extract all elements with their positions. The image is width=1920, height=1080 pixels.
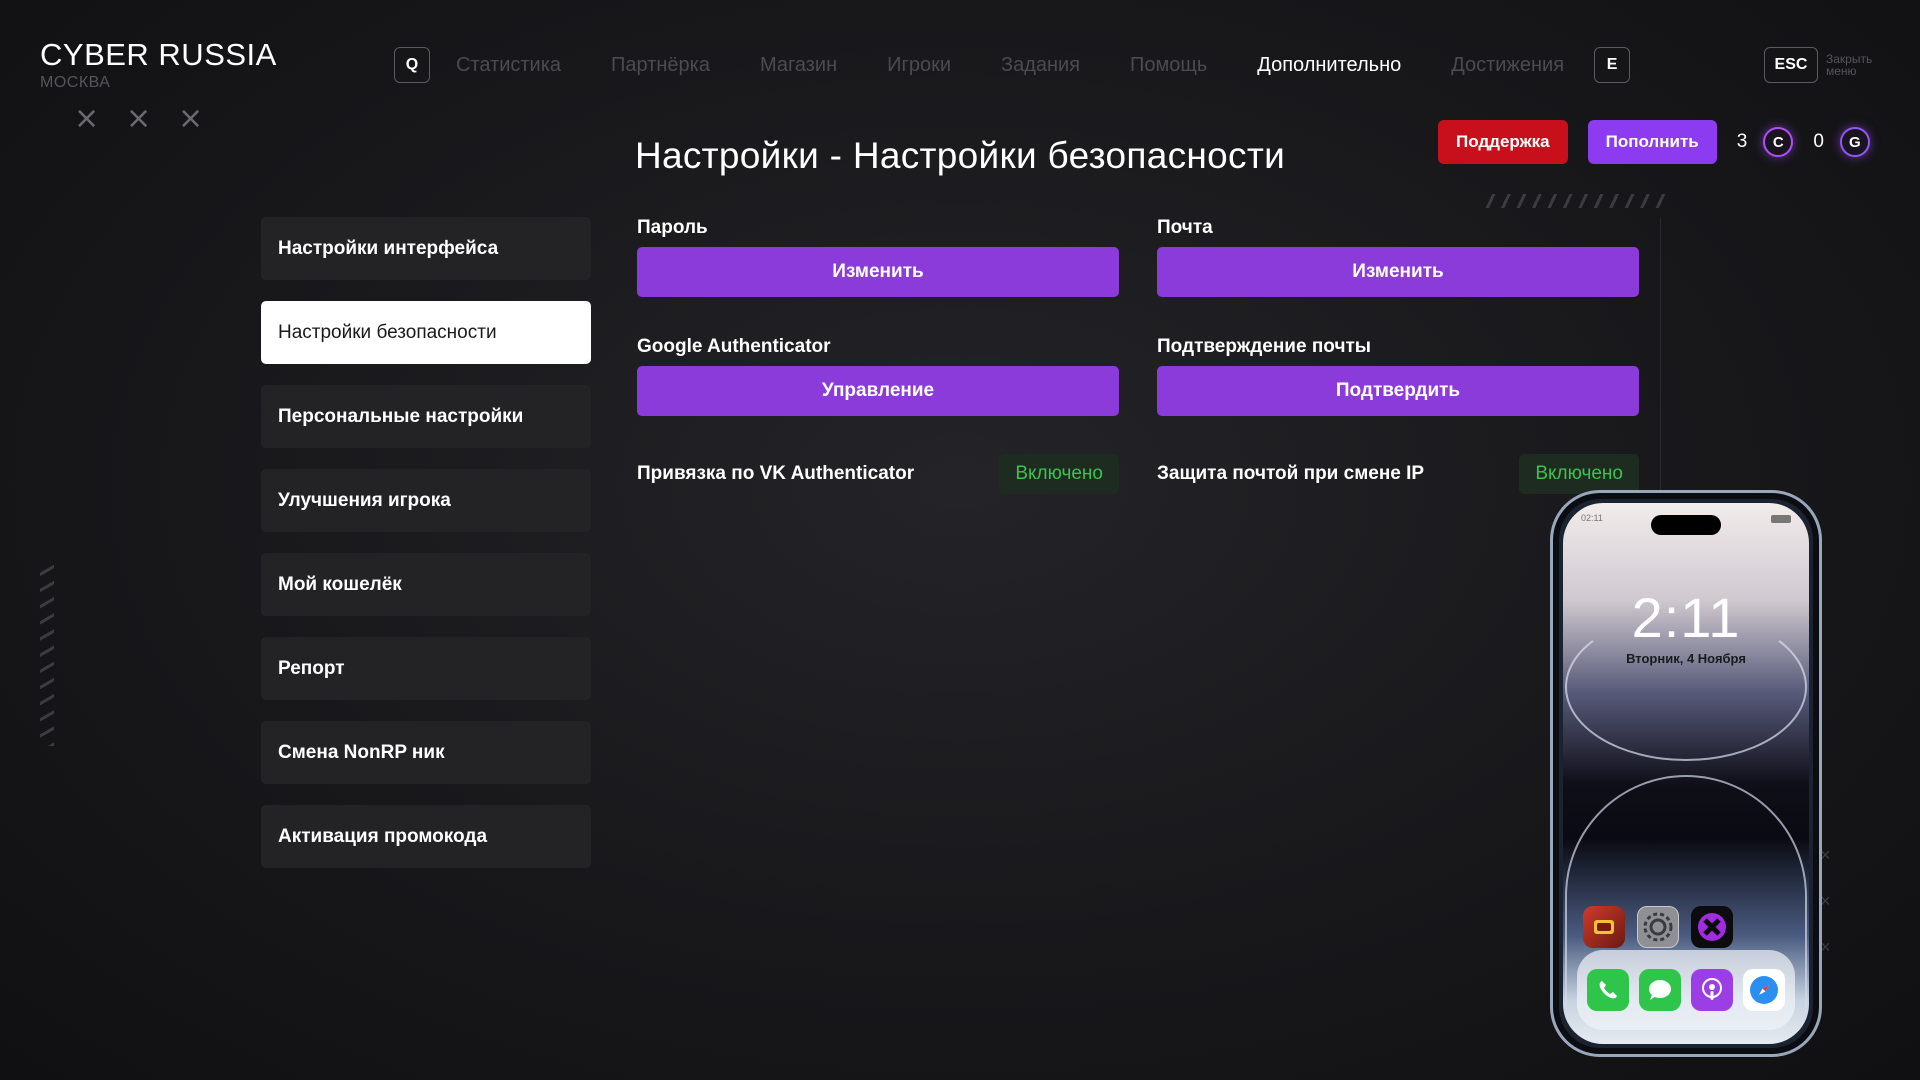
sidebar-item-promocode[interactable]: Активация промокода <box>261 805 591 868</box>
phone-apps <box>1583 906 1733 948</box>
email-confirm-field: Подтверждение почты Подтвердить <box>1157 336 1639 416</box>
phone-date: Вторник, 4 Ноября <box>1626 651 1746 666</box>
email-field: Почта Изменить <box>1157 217 1639 297</box>
phone-dock <box>1577 950 1795 1030</box>
currency-c: 3 C <box>1737 127 1794 157</box>
nav-items: Статистика Партнёрка Магазин Игроки Зада… <box>430 54 1588 77</box>
currency-g: 0 G <box>1813 127 1870 157</box>
dynamic-island <box>1651 515 1721 535</box>
coin-g-icon: G <box>1839 127 1870 157</box>
esc-key[interactable]: ESC <box>1764 47 1818 83</box>
sidebar-item-wallet[interactable]: Мой кошелёк <box>261 553 591 616</box>
topup-button[interactable]: Пополнить <box>1587 120 1717 164</box>
podcasts-icon[interactable] <box>1691 969 1733 1011</box>
sidebar-item-nickname[interactable]: Смена NonRP ник <box>261 721 591 784</box>
sidebar-item-personal[interactable]: Персональные настройки <box>261 385 591 448</box>
phone-call-icon[interactable] <box>1587 969 1629 1011</box>
cross-icon: × <box>126 101 152 136</box>
sidebar-item-interface[interactable]: Настройки интерфейса <box>261 217 591 280</box>
casino-app-icon[interactable] <box>1583 906 1625 948</box>
sidebar-item-security[interactable]: Настройки безопасности <box>261 301 591 364</box>
nav-item-players[interactable]: Игроки <box>887 54 951 77</box>
nav-item-achievements[interactable]: Достижения <box>1451 54 1564 77</box>
currency-c-value: 3 <box>1736 131 1748 152</box>
brand-title: CYBER RUSSIA <box>40 37 277 72</box>
currency-g-value: 0 <box>1813 131 1824 152</box>
ip-protect-status-toggle[interactable]: Включено <box>1519 454 1639 494</box>
decor-stripes <box>1480 194 1670 208</box>
decor-crosses: × × × <box>74 101 204 136</box>
sidebar-item-report[interactable]: Репорт <box>261 637 591 700</box>
confirm-email-button[interactable]: Подтвердить <box>1157 366 1639 416</box>
phone-screen: 02:11 2:11 Вторник, 4 Ноября <box>1563 503 1809 1044</box>
google-auth-field: Google Authenticator Управление <box>637 336 1119 416</box>
nav-item-additional[interactable]: Дополнительно <box>1257 54 1401 77</box>
vk-auth-status-toggle[interactable]: Включено <box>999 454 1119 494</box>
brand-city: МОСКВА <box>40 74 111 91</box>
nav-item-tasks[interactable]: Задания <box>1001 54 1080 77</box>
settings-app-icon[interactable] <box>1637 906 1679 948</box>
password-field: Пароль Изменить <box>637 217 1119 297</box>
phone-status-time: 02:11 <box>1581 513 1603 523</box>
vk-auth-label: Привязка по VK Authenticator <box>637 463 915 484</box>
phone-clock: 2:11 <box>1631 586 1741 649</box>
ip-protect-label: Защита почтой при смене IP <box>1157 463 1425 484</box>
google-auth-label: Google Authenticator <box>637 336 831 357</box>
phone-device[interactable]: 02:11 2:11 Вторник, 4 Ноября <box>1550 490 1822 1057</box>
email-label: Почта <box>1157 217 1213 238</box>
nav-next-key[interactable]: E <box>1594 47 1631 83</box>
brand: CYBER RUSSIA МОСКВА <box>40 38 277 92</box>
cross-icon: × <box>74 101 100 136</box>
vk-auth-row: Привязка по VK Authenticator Включено <box>637 454 1119 494</box>
top-actions: Поддержка Пополнить 3 C 0 G <box>1438 120 1870 164</box>
messages-icon[interactable] <box>1639 969 1681 1011</box>
decor-stripes-left <box>40 560 54 746</box>
coin-c-icon: C <box>1763 127 1794 157</box>
email-confirm-label: Подтверждение почты <box>1157 336 1372 357</box>
settings-sidebar: Настройки интерфейса Настройки безопасно… <box>261 217 591 889</box>
ip-protect-row: Защита почтой при смене IP Включено <box>1157 454 1639 494</box>
change-email-button[interactable]: Изменить <box>1157 247 1639 297</box>
cyber-app-icon[interactable] <box>1691 906 1733 948</box>
divider <box>1660 218 1661 498</box>
manage-google-auth-button[interactable]: Управление <box>637 366 1119 416</box>
close-menu[interactable]: ESC Закрыть меню <box>1764 47 1886 83</box>
esc-label: Закрыть меню <box>1826 52 1873 78</box>
nav-item-help[interactable]: Помощь <box>1130 54 1207 77</box>
cross-icon: × <box>178 101 204 136</box>
nav-item-partner[interactable]: Партнёрка <box>611 54 710 77</box>
nav-item-shop[interactable]: Магазин <box>760 54 837 77</box>
support-button[interactable]: Поддержка <box>1438 120 1568 164</box>
nav-prev-key[interactable]: Q <box>394 47 430 83</box>
nav-item-statistics[interactable]: Статистика <box>456 54 561 77</box>
change-password-button[interactable]: Изменить <box>637 247 1119 297</box>
password-label: Пароль <box>637 217 708 238</box>
safari-icon[interactable] <box>1743 969 1785 1011</box>
sidebar-item-upgrades[interactable]: Улучшения игрока <box>261 469 591 532</box>
top-nav: Q Статистика Партнёрка Магазин Игроки За… <box>394 47 1631 83</box>
battery-icon <box>1771 515 1791 523</box>
